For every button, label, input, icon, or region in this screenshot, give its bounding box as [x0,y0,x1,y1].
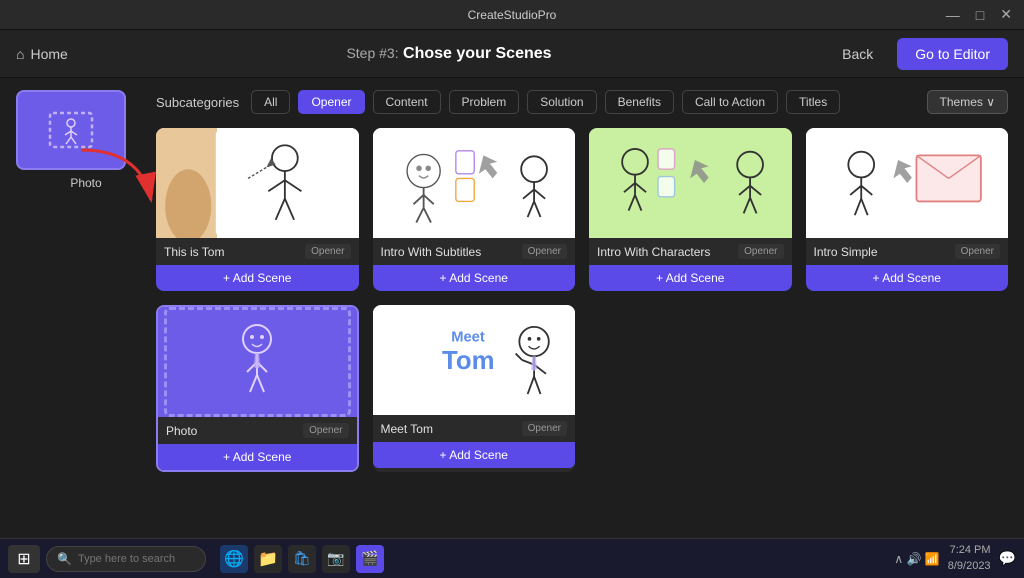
scene-name-photo: Photo [166,424,197,438]
close-button[interactable]: ✕ [996,6,1016,23]
titlebar: CreateStudioPro — □ ✕ [0,0,1024,30]
taskbar-app-edge[interactable]: 🌐 [220,545,248,573]
scene-name-meet-tom: Meet Tom [381,422,433,436]
taskbar-apps: 🌐 📁 🛍 📷 🎬 [220,545,384,573]
svg-text:Tom: Tom [442,347,494,375]
add-scene-intro-subtitles[interactable]: + Add Scene [373,265,576,291]
taskbar-system-tray: ∧ 🔊 📶 7:24 PM 8/9/2023 💬 [894,543,1016,574]
meet-tom-illustration: Meet Tom [373,305,576,415]
svg-text:Meet: Meet [451,330,485,346]
taskbar-app-explorer[interactable]: 📁 [254,545,282,573]
taskbar-app-createstudio[interactable]: 🎬 [356,545,384,573]
clock-time: 7:24 PM [948,543,991,558]
scene-card-intro-characters: Intro With Characters Opener + Add Scene [589,128,792,291]
subcategory-benefits[interactable]: Benefits [605,90,674,114]
add-scene-this-is-tom[interactable]: + Add Scene [156,265,359,291]
scene-name-this-is-tom: This is Tom [164,245,224,259]
scene-footer-intro-characters: Intro With Characters Opener [589,238,792,263]
minimize-button[interactable]: — [942,7,964,23]
scene-name-intro-characters: Intro With Characters [597,245,710,259]
home-label: Home [30,46,67,62]
scene-card-this-is-tom: This is Tom Opener + Add Scene [156,128,359,291]
home-nav[interactable]: ⌂ Home [16,46,68,62]
add-scene-intro-characters[interactable]: + Add Scene [589,265,792,291]
this-is-tom-illustration [156,128,359,238]
scene-preview-meet-tom: Meet Tom [373,305,576,415]
scene-footer-intro-subtitles: Intro With Subtitles Opener [373,238,576,263]
scene-badge-this-is-tom: Opener [305,244,350,259]
intro-simple-illustration [806,128,1009,238]
scene-name-intro-subtitles: Intro With Subtitles [381,245,482,259]
add-scene-intro-simple[interactable]: + Add Scene [806,265,1009,291]
app-title: CreateStudioPro [468,8,557,22]
scene-preview-intro-characters [589,128,792,238]
scene-footer-meet-tom: Meet Tom Opener [373,415,576,440]
intro-characters-illustration [589,128,792,238]
go-to-editor-button[interactable]: Go to Editor [897,38,1008,70]
themes-dropdown-button[interactable]: Themes ∨ [927,90,1008,114]
subcategory-cta[interactable]: Call to Action [682,90,778,114]
scene-preview-intro-simple [806,128,1009,238]
scene-footer-this-is-tom: This is Tom Opener [156,238,359,263]
photo-scene-illustration [212,317,302,407]
scene-badge-intro-simple: Opener [955,244,1000,259]
top-navigation: ⌂ Home Step #3: Chose your Scenes Back G… [0,30,1024,78]
window-controls[interactable]: — □ ✕ [942,6,1016,23]
taskbar: ⊞ 🔍 🌐 📁 🛍 📷 🎬 ∧ 🔊 📶 7:24 PM 8/9/2023 💬 [0,538,1024,578]
clock-date: 8/9/2023 [948,559,991,574]
subcategory-problem[interactable]: Problem [449,90,520,114]
scene-badge-intro-subtitles: Opener [522,244,567,259]
scene-card-intro-simple: Intro Simple Opener + Add Scene [806,128,1009,291]
scene-card-meet-tom: Meet Tom [373,305,576,472]
scene-preview-intro-subtitles [373,128,576,238]
scenes-panel: Subcategories All Opener Content Problem… [156,90,1008,538]
maximize-button[interactable]: □ [972,7,988,23]
taskbar-app-store[interactable]: 🛍 [288,545,316,573]
home-icon: ⌂ [16,46,24,62]
scene-card-intro-subtitles: Intro With Subtitles Opener + Add Scene [373,128,576,291]
subcategory-solution[interactable]: Solution [527,90,596,114]
search-input[interactable] [78,553,188,565]
selected-scenes-panel: Photo [16,90,156,538]
scene-badge-photo: Opener [303,423,348,438]
add-scene-photo[interactable]: + Add Scene [158,444,357,470]
subcategory-all[interactable]: All [251,90,290,114]
subcategories-bar: Subcategories All Opener Content Problem… [156,90,1008,114]
intro-subtitles-illustration [373,128,576,238]
scene-badge-meet-tom: Opener [522,421,567,436]
start-button[interactable]: ⊞ [8,545,40,573]
scene-footer-intro-simple: Intro Simple Opener [806,238,1009,263]
tray-icons: ∧ 🔊 📶 [894,552,939,566]
scene-card-photo: Photo Opener + Add Scene [156,305,359,472]
scene-preview-this-is-tom [156,128,359,238]
nav-actions: Back Go to Editor [830,38,1008,70]
subcategory-content[interactable]: Content [373,90,441,114]
notifications-icon[interactable]: 💬 [999,550,1016,567]
taskbar-clock: 7:24 PM 8/9/2023 [948,543,991,574]
back-button[interactable]: Back [830,40,885,68]
page-heading: Step #3: Chose your Scenes [346,45,551,63]
add-scene-meet-tom[interactable]: + Add Scene [373,442,576,468]
page-title: Chose your Scenes [403,45,552,62]
step-label: Step #3: [346,45,398,61]
subcategories-label: Subcategories [156,95,239,110]
search-icon: 🔍 [57,552,72,566]
scene-badge-intro-characters: Opener [738,244,783,259]
taskbar-search-box[interactable]: 🔍 [46,546,206,572]
subcategory-titles[interactable]: Titles [786,90,840,114]
scene-footer-photo: Photo Opener [158,417,357,442]
scene-preview-photo [158,307,357,417]
arrow-to-photo [178,470,238,472]
taskbar-app-photos[interactable]: 📷 [322,545,350,573]
scene-name-intro-simple: Intro Simple [814,245,878,259]
subcategory-opener[interactable]: Opener [298,90,364,114]
scenes-grid: This is Tom Opener + Add Scene [156,128,1008,472]
